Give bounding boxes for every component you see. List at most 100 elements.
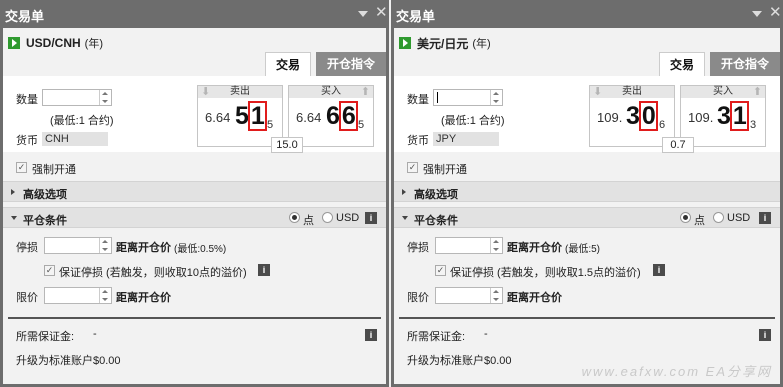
sell-price-big: 51 (235, 101, 267, 131)
usd-radio-label: USD (336, 212, 360, 224)
currency-label: 货币 (16, 135, 38, 147)
min-contract-text: (最低:1 合约) (441, 115, 505, 127)
advanced-options-header[interactable]: 高级选项 (3, 181, 386, 202)
limit-input[interactable] (44, 287, 112, 304)
force-open-checkbox[interactable]: ✓ (407, 162, 418, 173)
sell-label: 卖出 (590, 86, 674, 98)
text-caret (437, 92, 438, 103)
stop-loss-stepper[interactable] (99, 238, 111, 253)
usd-radio-label: USD (727, 212, 751, 224)
divider (8, 317, 381, 319)
sell-price-big: 30 (626, 101, 658, 131)
ticket-content: USD/CNH (年) 交易 开仓指令 数量 (最低:1 合约) 货币 CNH … (3, 28, 386, 384)
collapse-arrow-icon (11, 216, 17, 220)
limit-distance-label: 距离开仓价 (507, 292, 562, 304)
close-icon[interactable]: ✕ (375, 5, 388, 20)
margin-label: 所需保证金: (16, 331, 75, 343)
stop-min-text: (最低:5) (565, 244, 600, 255)
guaranteed-stop-label: 保证停损 (若触发，则收取1.5点的溢价) (450, 267, 641, 279)
buy-highlight-box: 1 (729, 101, 749, 131)
sell-price-prefix: 6.64 (205, 110, 231, 125)
trade-ticket-panel-usdcnh: 交易单 ✕ USD/CNH (年) 交易 开仓指令 数量 (最低:1 合约) 货… (0, 0, 389, 387)
quantity-stepper[interactable] (99, 90, 111, 105)
upgrade-link[interactable]: 升级为标准账户$0.00 (16, 352, 121, 368)
limit-stepper[interactable] (490, 288, 502, 303)
info-icon[interactable]: i (759, 329, 771, 341)
buy-highlight-box: 6 (338, 101, 358, 131)
close-conditions-header[interactable]: 平仓条件 点 USD i (3, 207, 386, 228)
usd-radio[interactable] (713, 212, 724, 223)
buy-price-big: 66 (326, 101, 358, 131)
stop-min-text: (最低:0.5%) (174, 244, 227, 255)
force-open-checkbox[interactable]: ✓ (16, 162, 27, 173)
points-radio[interactable] (680, 212, 691, 223)
collapse-arrow-icon (402, 216, 408, 220)
force-open-label: 强制开通 (423, 164, 467, 176)
limit-input[interactable] (435, 287, 503, 304)
tab-trade[interactable]: 交易 (659, 52, 705, 76)
buy-price-prefix: 6.64 (296, 110, 322, 125)
down-arrow-icon: ⬇ (201, 86, 211, 98)
margin-value: - (93, 328, 97, 340)
stop-loss-input[interactable] (44, 237, 112, 254)
close-conditions-label: 平仓条件 (23, 215, 67, 227)
points-radio[interactable] (289, 212, 300, 223)
instrument-header: 美元/日元 (年) (399, 36, 491, 51)
limit-label: 限价 (407, 292, 429, 304)
play-icon (8, 37, 20, 49)
info-icon[interactable]: i (759, 212, 771, 224)
panel-title: 交易单 (5, 9, 45, 24)
min-contract-text: (最低:1 合约) (50, 115, 114, 127)
quantity-input[interactable] (42, 89, 112, 106)
currency-label: 货币 (407, 135, 429, 147)
quantity-label: 数量 (16, 94, 38, 106)
info-icon[interactable]: i (258, 264, 270, 276)
quantity-stepper[interactable] (490, 90, 502, 105)
ticket-content: 美元/日元 (年) 交易 开仓指令 数量 (最低:1 合约) 货币 JPY 卖出… (394, 28, 780, 384)
guaranteed-stop-checkbox[interactable]: ✓ (435, 265, 446, 276)
buy-price-tail: 3 (750, 119, 757, 131)
expand-arrow-icon (11, 189, 15, 195)
info-icon[interactable]: i (653, 264, 665, 276)
usd-radio[interactable] (322, 212, 333, 223)
info-icon[interactable]: i (365, 329, 377, 341)
panel-title: 交易单 (396, 9, 436, 24)
tab-open-order[interactable]: 开仓指令 (316, 52, 386, 76)
quantity-input[interactable] (433, 89, 503, 106)
advanced-options-header[interactable]: 高级选项 (394, 181, 780, 202)
guaranteed-stop-checkbox[interactable]: ✓ (44, 265, 55, 276)
advanced-options-label: 高级选项 (414, 189, 458, 201)
sell-price-prefix: 109. (597, 110, 623, 125)
points-radio-label: 点 (303, 215, 314, 227)
buy-price-prefix: 109. (688, 110, 714, 125)
info-icon[interactable]: i (365, 212, 377, 224)
stop-loss-label: 停损 (407, 242, 429, 254)
tab-open-order[interactable]: 开仓指令 (710, 52, 780, 76)
sell-label: 卖出 (198, 86, 282, 98)
sell-highlight-box: 0 (638, 101, 658, 131)
tab-trade[interactable]: 交易 (265, 52, 311, 76)
instrument-period: (年) (84, 38, 103, 50)
close-conditions-header[interactable]: 平仓条件 点 USD i (394, 207, 780, 228)
upgrade-link[interactable]: 升级为标准账户$0.00 (407, 352, 512, 368)
watermark-text: www.eafxw.com EA分享网 (581, 364, 772, 379)
play-icon (399, 37, 411, 49)
down-arrow-icon: ⬇ (593, 86, 603, 98)
minimize-icon[interactable] (358, 11, 368, 17)
minimize-icon[interactable] (752, 11, 762, 17)
up-arrow-icon: ⬆ (752, 86, 762, 98)
instrument-period: (年) (472, 38, 491, 50)
instrument-header: USD/CNH (年) (8, 36, 103, 50)
close-conditions-label: 平仓条件 (414, 215, 458, 227)
buy-price-big: 31 (717, 101, 749, 131)
limit-stepper[interactable] (99, 288, 111, 303)
stop-distance-label: 距离开仓价 (116, 242, 171, 254)
instrument-symbol: 美元/日元 (417, 36, 469, 51)
stop-loss-stepper[interactable] (490, 238, 502, 253)
expand-arrow-icon (402, 189, 406, 195)
stop-distance-label: 距离开仓价 (507, 242, 562, 254)
sell-price-tail: 5 (267, 119, 274, 131)
stop-loss-input[interactable] (435, 237, 503, 254)
close-icon[interactable]: ✕ (769, 5, 782, 20)
panel-titlebar: 交易单 ✕ (394, 0, 782, 28)
